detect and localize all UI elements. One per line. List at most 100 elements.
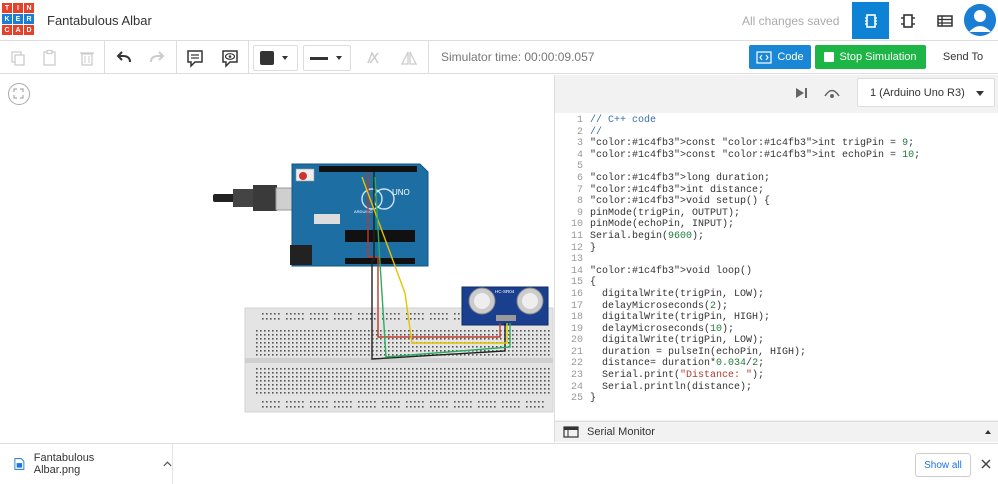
download-bar: Fantabulous Albar.png Show all [0,443,998,484]
code-line[interactable] [590,161,920,173]
line-number: 11 [570,230,583,242]
copy-icon [11,51,25,66]
device-select[interactable]: 1 (Arduino Uno R3) [857,78,995,107]
editor-toolbar: Simulator time: 00:00:09.057 Code Stop S… [0,41,998,74]
color-swatch [260,51,274,65]
user-icon [964,4,996,36]
code-line[interactable]: Serial.print("Distance: "); [590,370,920,382]
code-button[interactable]: Code [749,45,811,69]
code-line[interactable] [590,254,920,266]
download-item[interactable]: Fantabulous Albar.png [0,444,173,484]
code-line[interactable]: "color:#1c4fb3">void setup() { [590,196,920,208]
code-lines[interactable]: // C++ code//"color:#1c4fb3">const "colo… [590,115,920,405]
arduino-brand-label: ARDUINO [354,209,372,214]
serial-monitor-toggle[interactable]: Serial Monitor [555,421,998,442]
code-line[interactable]: } [590,393,920,405]
component-list-button[interactable] [926,2,963,39]
line-number: 20 [570,335,583,347]
circuit-canvas[interactable]: UNO ARDUINO HC-SR04 [0,75,554,442]
code-line[interactable]: { [590,277,920,289]
code-line[interactable]: Serial.println(distance); [590,382,920,394]
code-line[interactable]: "color:#1c4fb3">const "color:#1c4fb3">in… [590,138,920,150]
schematic-view-button[interactable] [889,2,926,39]
code-line[interactable]: pinMode(echoPin, INPUT); [590,219,920,231]
trash-icon [80,52,94,66]
code-line[interactable]: "color:#1c4fb3">int distance; [590,185,920,197]
simulator-time: Simulator time: 00:00:09.057 [441,50,595,64]
code-line[interactable]: digitalWrite(trigPin, LOW); [590,335,920,347]
undo-button[interactable] [112,46,136,70]
code-panel: 1 (Arduino Uno R3) 1 2 3 4 5 6 7 8 9 10 11 12 13 14 15… [554,75,998,442]
sensor-model-label: HC-SR04 [495,289,515,294]
logo-letter: T [2,3,12,13]
design-title[interactable]: Fantabulous Albar [47,13,152,28]
line-number: 9 [576,207,583,219]
code-line[interactable]: "color:#1c4fb3">void loop() [590,266,920,278]
line-number: 19 [570,323,583,335]
wire-type-dropdown[interactable] [303,45,351,71]
stop-simulation-button[interactable]: Stop Simulation [815,45,926,69]
code-line[interactable]: digitalWrite(trigPin, LOW); [590,289,920,301]
code-line[interactable]: duration = pulseIn(echoPin, HIGH); [590,347,920,359]
code-line[interactable]: "color:#1c4fb3">const "color:#1c4fb3">in… [590,150,920,162]
line-number-gutter: 1 2 3 4 5 6 7 8 9 10 11 12 13 14 15 16 17 18 19 20 21 22 23 24 2… [555,115,583,405]
logo-letter: C [2,25,12,35]
visibility-button[interactable] [218,46,242,70]
code-line[interactable]: delayMicroseconds(10); [590,324,920,336]
tinkercad-logo[interactable]: TIN KER CAD [2,3,34,37]
flip-button[interactable] [397,46,421,70]
logo-letter: I [13,3,23,13]
toolbar-divider [104,41,105,74]
line-number: 17 [570,300,583,312]
code-line[interactable]: distance= duration*0.034/2; [590,358,920,370]
code-button-label: Code [777,51,804,63]
user-avatar[interactable] [964,4,996,36]
redo-button[interactable] [145,46,169,70]
line-number: 21 [570,346,583,358]
paste-button[interactable] [38,46,62,70]
circuit-view-icon [864,13,877,28]
code-line[interactable]: } [590,243,920,255]
rotate-button[interactable] [361,46,385,70]
code-line[interactable]: digitalWrite(trigPin, HIGH); [590,312,920,324]
line-number: 18 [570,312,583,324]
arduino-uno-board[interactable]: UNO ARDUINO [290,163,429,267]
notes-button[interactable] [183,46,207,70]
code-line[interactable]: "color:#1c4fb3">long duration; [590,173,920,185]
component-list-icon [936,14,953,27]
flip-icon [400,51,418,65]
debug-icon[interactable] [823,86,841,100]
toolbar-divider [428,41,429,74]
send-to-label: Send To [942,51,984,63]
code-line[interactable]: pinMode(trigPin, OUTPUT); [590,208,920,220]
circuit-view-button[interactable] [852,2,889,39]
line-number: 7 [576,184,583,196]
code-line[interactable]: // [590,127,920,139]
line-number: 8 [576,196,583,208]
logo-letter: N [24,3,34,13]
send-to-button[interactable]: Send To [930,45,996,69]
circuit-diagram: UNO ARDUINO HC-SR04 [213,163,554,413]
code-line[interactable]: Serial.begin(9600); [590,231,920,243]
arduino-model-label: UNO [392,188,410,197]
code-line[interactable]: // C++ code [590,115,920,127]
line-number: 12 [570,242,583,254]
copy-button[interactable] [6,46,30,70]
chevron-up-icon[interactable] [163,460,172,468]
logo-letter: E [13,14,23,24]
step-icon[interactable] [793,86,809,100]
code-editor[interactable]: 1 2 3 4 5 6 7 8 9 10 11 12 13 14 15 16 17 18 19 20 21 22 23 24 2… [555,113,998,420]
close-icon[interactable] [978,456,994,472]
toolbar-divider [248,41,249,74]
chevron-down-icon [976,91,984,96]
line-number: 15 [570,277,583,289]
code-line[interactable]: delayMicroseconds(2); [590,301,920,313]
ultrasonic-sensor[interactable]: HC-SR04 [461,286,549,326]
undo-icon [116,51,131,63]
wire-color-dropdown[interactable] [253,45,298,71]
show-all-button[interactable]: Show all [915,453,971,477]
delete-button[interactable] [75,46,99,70]
serial-monitor-icon [563,426,579,438]
line-number: 2 [576,126,583,138]
line-number: 10 [570,219,583,231]
